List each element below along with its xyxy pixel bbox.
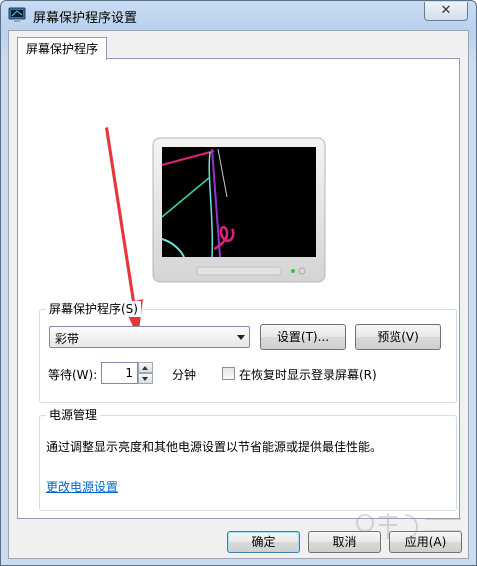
close-icon: ✕ [440, 3, 452, 18]
arrow-down-icon [142, 377, 148, 381]
close-button[interactable]: ✕ [424, 2, 468, 21]
settings-button[interactable]: 设置(T)... [260, 324, 346, 350]
wait-label: 等待(W): [48, 368, 98, 382]
screensaver-dropdown[interactable]: 彩带 [49, 326, 250, 348]
tab-label: 屏幕保护程序 [26, 42, 99, 56]
title-bar[interactable]: 屏幕保护程序设置 ✕ [1, 1, 476, 29]
wait-decrement-button[interactable] [138, 373, 153, 384]
power-description: 通过调整显示亮度和其他电源设置以节省能源或提供最佳性能。 [46, 440, 383, 454]
screensaver-app-icon [8, 7, 26, 22]
dialog-window: 屏幕保护程序设置 ✕ 屏幕保护程序 屏幕保护程序(S) 彩带 设置(T)... … [0, 0, 477, 566]
window-title: 屏幕保护程序设置 [33, 11, 138, 26]
minutes-label: 分钟 [172, 368, 197, 382]
tab-panel: 屏幕保护程序(S) 彩带 设置(T)... 预览(V) 等待(W): 1 分钟 … [17, 58, 460, 519]
screensaver-preview-monitor [152, 137, 326, 283]
cancel-button[interactable]: 取消 [308, 531, 381, 553]
chevron-down-icon [237, 335, 245, 340]
wait-minutes-input[interactable]: 1 [101, 362, 138, 384]
change-power-settings-link[interactable]: 更改电源设置 [46, 478, 118, 495]
screensaver-group: 屏幕保护程序(S) 彩带 设置(T)... 预览(V) 等待(W): 1 分钟 … [39, 301, 457, 403]
power-management-group: 电源管理 通过调整显示亮度和其他电源设置以节省能源或提供最佳性能。 更改电源设置 [39, 407, 457, 511]
wait-increment-button[interactable] [138, 362, 153, 373]
dialog-client-area: 屏幕保护程序 屏幕保护程序(S) 彩带 设置(T)... 预览(V) 等待(W)… [8, 30, 469, 559]
ok-button[interactable]: 确定 [227, 531, 300, 553]
screensaver-group-label: 屏幕保护程序(S) [46, 301, 141, 317]
arrow-up-icon [142, 366, 148, 370]
screensaver-selected-value: 彩带 [55, 332, 80, 346]
preview-button[interactable]: 预览(V) [355, 324, 441, 350]
apply-button[interactable]: 应用(A) [389, 531, 462, 553]
tab-screensaver[interactable]: 屏幕保护程序 [17, 37, 108, 60]
power-group-label: 电源管理 [46, 407, 101, 423]
resume-login-label[interactable]: 在恢复时显示登录屏幕(R) [239, 366, 377, 383]
resume-login-checkbox[interactable] [222, 367, 235, 380]
